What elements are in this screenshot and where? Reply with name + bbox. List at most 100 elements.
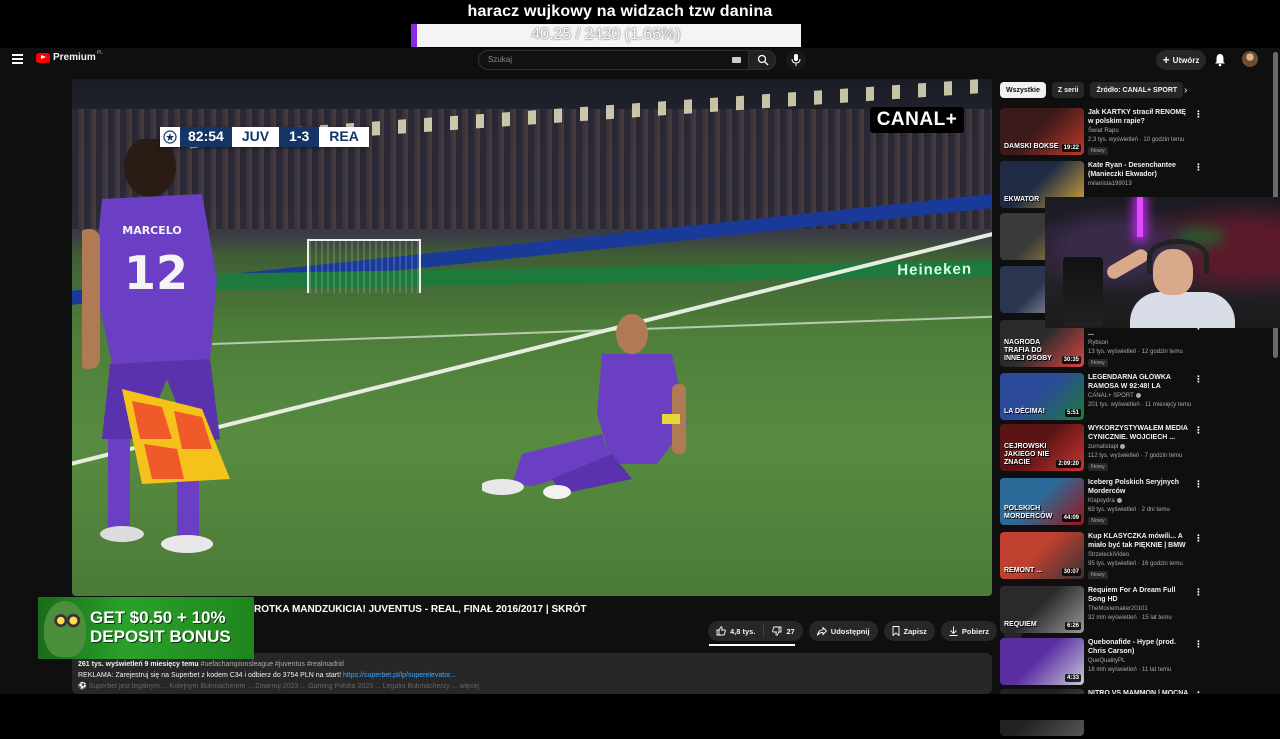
chevron-right-icon[interactable]: › [1184,85,1187,96]
download-label: Pobierz [961,626,989,636]
recommendation-channel[interactable]: CANAL+ SPORT [1088,393,1141,399]
team-home: JUV [231,127,280,147]
like-button[interactable]: 4,8 tys. [708,625,765,637]
channel-name: zurnalistapl [1088,444,1119,451]
jersey-name: MARCELO [122,224,182,237]
recommendation-channel[interactable]: Świat Rapu [1088,128,1119,134]
recommendation-channel[interactable]: zurnalistapl [1088,444,1126,451]
recommendation-title[interactable]: WYKORZYSTYWAŁEM MEDIA CYNICZNIE. WOJCIEC… [1088,424,1190,442]
more-vert-icon[interactable]: ⋮ [1194,162,1203,173]
recommendation-meta: 2,3 tys. wyświetleń · 10 godzin temu [1088,137,1185,143]
recommendation-title[interactable]: Requiem For A Dream Full Song HD [1088,586,1190,604]
recommendation-meta: 112 tys. wyświetleń · 7 godzin temu [1088,453,1183,459]
promo-line-1: GET $0.50 + 10% [90,608,226,627]
microphone-stand [1063,257,1103,327]
more-vert-icon[interactable]: ⋮ [1194,109,1203,120]
logo-text: Premium [53,52,96,63]
chip-source-channel[interactable]: Źródło: CANAL+ SPORT [1090,82,1184,98]
like-underline [709,644,795,646]
recommendation-channel[interactable]: milanista199013 [1088,181,1132,187]
recommendation-meta: 18 mln wyświetleń · 11 lat temu [1088,667,1172,673]
logo-country: PL [96,49,103,56]
create-button[interactable]: + Utwórz [1156,50,1206,70]
recommendation-title[interactable]: Iceberg Polskich Seryjnych Morderców [1088,478,1190,496]
recommendation-channel[interactable]: QueQualityPL [1088,658,1125,664]
recommendation-title[interactable]: Kup KLASYCZKA mówili... A miało być tak … [1088,532,1190,550]
video-thumbnail[interactable]: CEJROWSKI JAKIEGO NIE ZNACIE 2:09:20 [1000,424,1084,471]
ad-link[interactable]: https://superbet.pl/lp/superelevator... [343,672,456,679]
donation-goal-text: 40.25 / 2420 (1.66%) [531,26,681,43]
video-duration: 2:09:20 [1056,460,1081,468]
share-button[interactable]: Udostępnij [808,621,878,641]
new-badge: Nowy [1088,517,1108,525]
plus-icon: + [1162,53,1170,67]
ad-text: REKLAMA: Zarejestruj się na Superbet z k… [78,672,342,679]
dislike-button[interactable]: 27 [764,626,802,636]
save-label: Zapisz [903,626,927,636]
bell-icon[interactable] [1213,53,1227,67]
download-icon [949,626,958,636]
match-scoreboard: 82:54 JUV 1-3 REA [160,127,369,147]
menu-icon[interactable] [12,54,23,64]
goalpost [307,239,421,293]
video-description[interactable]: 261 tys. wyświetleń 9 miesięcy temu #uef… [72,653,992,694]
more-vert-icon[interactable]: ⋮ [1194,587,1203,598]
match-clock: 82:54 [180,127,232,147]
headset-icon [1147,239,1209,274]
more-vert-icon[interactable]: ⋮ [1194,533,1203,544]
video-player[interactable]: Heineken 12 MARCELO 82:54 JUV 1-3 REA CA… [72,79,992,596]
recommendation-title[interactable]: Jak KARTKY stracił RENOMĘ w polskim rapi… [1088,108,1190,126]
video-thumbnail[interactable]: POLSKICH MORDERCÓW 44:09 [1000,478,1084,525]
recommendation-channel[interactable]: StrzeleckiVideo [1088,552,1129,558]
like-dislike-group: 4,8 tys. 27 [708,621,803,641]
keyboard-icon[interactable] [732,57,741,63]
more-vert-icon[interactable]: ⋮ [1194,374,1203,385]
chip-from-series[interactable]: Z serii [1051,82,1085,98]
promo-text: GET $0.50 + 10% DEPOSIT BONUS [90,608,252,646]
more-vert-icon[interactable]: ⋮ [1194,639,1203,650]
recommendation-channel[interactable]: Klapsydra [1088,498,1122,504]
chip-all[interactable]: Wszystkie [1000,82,1046,98]
recommendation-item[interactable]: LA DÉCIMA! 5:51 LEGENDARNA GŁÓWKA RAMOSA W… [1000,373,1203,423]
share-label: Udostępnij [830,626,870,636]
download-button[interactable]: Pobierz [940,621,997,641]
recommendation-item[interactable]: DAMSKI BOKSE 19:22 Jak KARTKY stracił RENO… [1000,108,1203,158]
thumbnail-text: POLSKICH MORDERCÓW [1004,505,1053,520]
avatar[interactable] [1242,51,1258,67]
recommendation-meta: 13 tys. wyświetleń · 12 godzin temu [1088,349,1183,355]
video-thumbnail[interactable]: REMONT ... 30:07 [1000,532,1084,579]
streamer-shirt [1130,292,1235,328]
recommendation-item[interactable]: REMONT ... 30:07 Kup KLASYCZKA mówili... A… [1000,532,1203,582]
verified-icon [1135,393,1141,398]
recommendation-item[interactable]: REQUIEM 6:26 Requiem For A Dream Full Song… [1000,586,1203,636]
new-badge: Nowy [1088,147,1108,155]
recommendation-title[interactable]: LEGENDARNA GŁÓWKA RAMOSA W 92:48! LA DÉC… [1088,373,1190,391]
save-button[interactable]: Zapisz [883,621,935,641]
more-vert-icon[interactable]: ⋮ [1194,425,1203,436]
recommendation-channel[interactable]: Rybson [1088,340,1108,346]
view-count-date: 261 tys. wyświetleń 9 miesięcy temu [78,661,199,668]
youtube-logo[interactable]: Premium PL [36,49,103,63]
video-thumbnail[interactable]: LA DÉCIMA! 5:51 [1000,373,1084,420]
voice-search-button[interactable] [786,50,806,70]
recommendation-title[interactable]: Quebonafide - Hype (prod. Chris Carson) [1088,638,1190,656]
recommendation-meta: 32 mln wyświetleń · 15 lat temu [1088,615,1172,621]
recommendation-item[interactable]: 4:33 Quebonafide - Hype (prod. Chris Cars… [1000,638,1203,688]
recommendation-item[interactable]: CEJROWSKI JAKIEGO NIE ZNACIE 2:09:20 WYKOR… [1000,424,1203,474]
search-button[interactable] [748,50,776,70]
more-vert-icon[interactable]: ⋮ [1194,479,1203,490]
recommendation-title[interactable]: Kate Ryan - Desenchantee (Manieczki Ekwa… [1088,161,1190,179]
video-thumbnail[interactable]: DAMSKI BOKSE 19:22 [1000,108,1084,155]
team-away: REA [319,127,369,147]
channel-name: StrzeleckiVideo [1088,552,1130,558]
video-actions: 4,8 tys. 27 Udostępnij Zapisz Pobierz ⋯ [708,620,1023,642]
recommendation-item[interactable]: POLSKICH MORDERCÓW 44:09 Iceberg Polskich … [1000,478,1203,528]
search-input[interactable] [486,54,720,65]
channel-name: CANAL+ SPORT [1088,393,1134,400]
thumbnail-text: CEJROWSKI JAKIEGO NIE ZNACIE [1004,443,1050,466]
video-thumbnail[interactable]: REQUIEM 6:26 [1000,586,1084,633]
channel-name: milanista199013 [1088,181,1132,187]
hashtags[interactable]: #uefachampionsleague #juventus #realmadr… [201,661,344,668]
video-thumbnail[interactable]: 4:33 [1000,638,1084,685]
recommendation-channel[interactable]: TheMoviemaker20101 [1088,606,1148,612]
